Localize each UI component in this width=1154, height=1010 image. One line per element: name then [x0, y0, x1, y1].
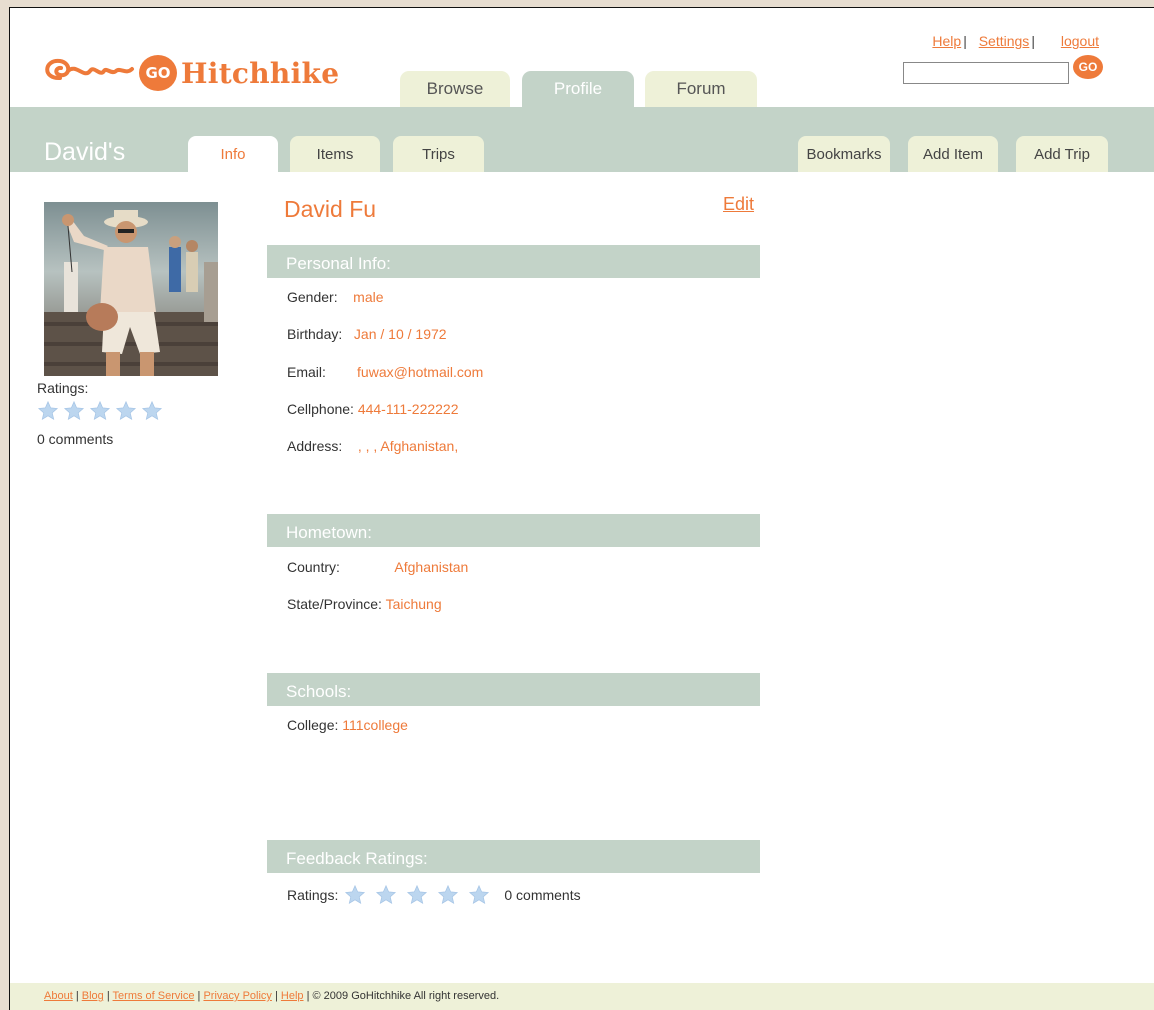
profile-subnav: David's Info Items Trips Bookmarks Add I…: [10, 107, 1154, 172]
footer-copyright: © 2009 GoHitchhike All right reserved.: [312, 990, 500, 1002]
swirl-logo-icon: [45, 58, 134, 80]
feedback-ratings-row: Ratings: 0 comments: [287, 884, 581, 906]
field-email: Email: fuwax@hotmail.com: [287, 364, 483, 380]
field-state-province: State/Province: Taichung: [287, 596, 442, 612]
star-icon[interactable]: [344, 884, 366, 906]
footer-blog-link[interactable]: Blog: [82, 990, 104, 1002]
field-label: Address:: [287, 438, 343, 454]
feedback-ratings-label: Ratings:: [287, 887, 339, 903]
field-value: Taichung: [385, 596, 442, 612]
search-input[interactable]: [903, 62, 1069, 84]
field-cellphone: Cellphone: 444-111-222222: [287, 401, 459, 417]
section-feedback-ratings: Feedback Ratings:: [267, 840, 760, 873]
tab-items[interactable]: Items: [290, 136, 380, 172]
field-value: 111college: [342, 717, 408, 733]
sidebar-ratings: Ratings:: [37, 380, 163, 422]
field-label: Gender:: [287, 289, 338, 305]
separator: |: [1031, 33, 1035, 49]
field-value: 444-111-222222: [357, 401, 459, 417]
field-birthday: Birthday: Jan / 10 / 1972: [287, 326, 447, 342]
star-icon[interactable]: [406, 884, 428, 906]
star-icon[interactable]: [468, 884, 490, 906]
section-schools: Schools:: [267, 673, 760, 706]
section-hometown: Hometown:: [267, 514, 760, 547]
section-personal-info: Personal Info:: [267, 245, 760, 278]
field-label: Birthday:: [287, 326, 343, 342]
sidebar-ratings-label: Ratings:: [37, 380, 89, 396]
field-label: Cellphone:: [287, 401, 354, 417]
separator: |: [963, 33, 967, 49]
field-label: Country:: [287, 559, 340, 575]
logo-go-badge: GO: [139, 55, 177, 91]
field-country: Country: Afghanistan: [287, 559, 468, 575]
footer-separator: |: [274, 990, 278, 1002]
profile-owner-title: David's: [44, 138, 126, 166]
settings-link[interactable]: Settings: [979, 33, 1030, 49]
star-icon[interactable]: [141, 400, 163, 422]
footer-about-link[interactable]: About: [44, 990, 73, 1002]
field-value: fuwax@hotmail.com: [357, 364, 484, 380]
tab-trips[interactable]: Trips: [393, 136, 484, 172]
profile-photo-image: [44, 202, 218, 376]
help-link[interactable]: Help: [932, 33, 961, 49]
footer-separator: |: [197, 990, 201, 1002]
edit-profile-link[interactable]: Edit: [723, 194, 754, 215]
footer-privacy-link[interactable]: Privacy Policy: [203, 990, 271, 1002]
feedback-comments-count: 0 comments: [504, 887, 581, 903]
tab-forum[interactable]: Forum: [645, 71, 757, 107]
logout-link[interactable]: logout: [1061, 33, 1099, 49]
star-icon[interactable]: [437, 884, 459, 906]
footer-separator: |: [75, 990, 79, 1002]
footer-terms-link[interactable]: Terms of Service: [113, 990, 195, 1002]
footer-help-link[interactable]: Help: [281, 990, 304, 1002]
profile-name: David Fu: [284, 196, 377, 222]
star-icon[interactable]: [375, 884, 397, 906]
star-icon[interactable]: [89, 400, 111, 422]
field-label: Email:: [287, 364, 326, 380]
profile-photo: [44, 202, 218, 376]
field-address: Address: , , , Afghanistan,: [287, 438, 458, 454]
star-icon[interactable]: [37, 400, 59, 422]
search-bar: GO: [903, 55, 1103, 84]
feedback-star-rating[interactable]: [344, 884, 490, 906]
tab-bookmarks[interactable]: Bookmarks: [798, 136, 890, 172]
tab-profile[interactable]: Profile: [522, 71, 634, 107]
field-gender: Gender: male: [287, 289, 384, 305]
tab-info[interactable]: Info: [188, 136, 278, 172]
sidebar-comments-count: 0 comments: [37, 431, 114, 447]
field-value: , , , Afghanistan,: [357, 438, 459, 454]
sidebar-star-rating[interactable]: [37, 400, 163, 422]
field-value: Afghanistan: [394, 559, 469, 575]
field-value: Jan / 10 / 1972: [353, 326, 447, 342]
tab-browse[interactable]: Browse: [400, 71, 510, 107]
tab-add-trip[interactable]: Add Trip: [1016, 136, 1108, 172]
field-label: State/Province:: [287, 596, 382, 612]
footer: About | Blog | Terms of Service | Privac…: [10, 983, 1154, 1010]
field-label: College:: [287, 717, 339, 733]
page-frame: GO Hitchhike Browse Profile Forum Help | …: [9, 7, 1154, 1010]
footer-separator: |: [106, 990, 110, 1002]
search-go-button[interactable]: GO: [1073, 55, 1103, 79]
star-icon[interactable]: [115, 400, 137, 422]
field-college: College: 111college: [287, 717, 408, 733]
logo-brand-text: Hitchhike: [181, 56, 340, 90]
tab-add-item[interactable]: Add Item: [908, 136, 998, 172]
site-logo[interactable]: GO Hitchhike: [40, 48, 339, 98]
footer-separator: |: [306, 990, 310, 1002]
field-value: male: [353, 289, 384, 305]
top-links: Help | Settings | logout: [932, 33, 1099, 49]
star-icon[interactable]: [63, 400, 85, 422]
